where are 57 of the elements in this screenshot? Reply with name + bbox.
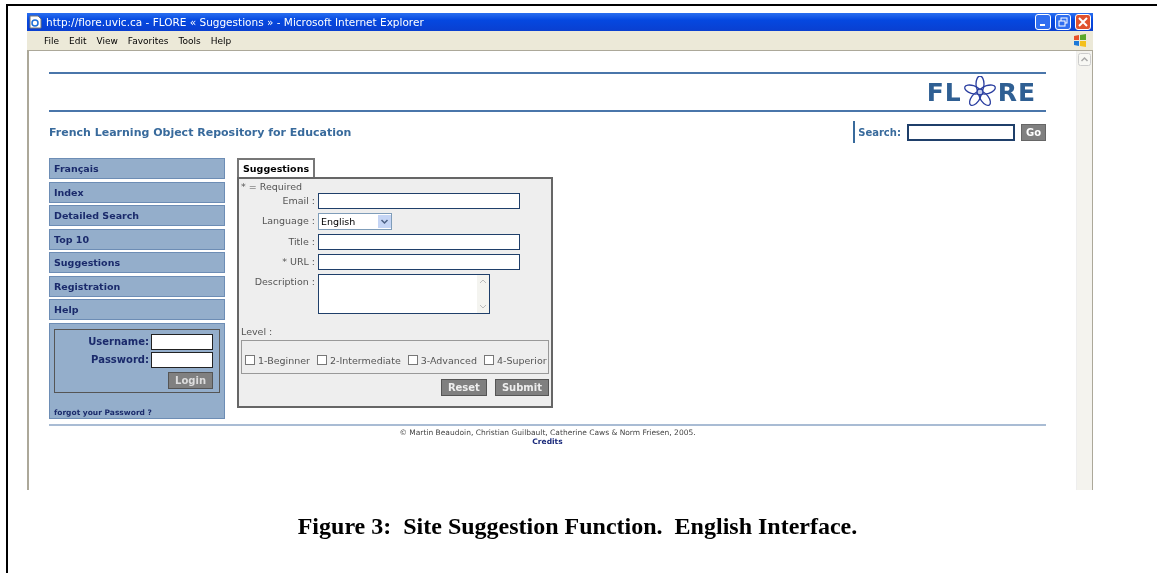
sidebar-item[interactable]: Help — [49, 299, 225, 320]
figure-caption: Figure 3: Site Suggestion Function. English Interface. — [297, 513, 858, 540]
level-label: Level : — [241, 326, 274, 337]
field-label: * URL : — [281, 255, 315, 267]
close-icon — [1078, 17, 1088, 27]
field-label: Language : — [260, 214, 315, 226]
language-dropdown[interactable]: English — [318, 213, 392, 230]
checkbox-label: 4-Superior — [496, 354, 547, 366]
form-button[interactable]: Reset — [440, 379, 487, 396]
sidebar-item[interactable]: Detailed Search — [49, 205, 225, 226]
page-icon — [29, 15, 42, 29]
windows-flag-icon — [1073, 34, 1087, 47]
window-title: http://flore.uvic.ca - FLORE « Suggestions » - Microsoft Internet Explorer — [46, 16, 425, 28]
description-field[interactable] — [318, 274, 490, 314]
menu-item[interactable]: Tools — [173, 35, 206, 46]
flower-logo-icon — [962, 76, 997, 108]
menu-item[interactable]: File — [39, 35, 65, 46]
restore-button[interactable] — [1055, 14, 1071, 30]
field-label: Title : — [287, 235, 315, 247]
text-field[interactable] — [318, 234, 520, 250]
menu-item[interactable]: Edit — [64, 35, 92, 46]
site-subtitle: French Learning Object Repository for Education — [49, 125, 353, 139]
username-label: Username: — [87, 336, 149, 347]
sidebar-item[interactable]: Français — [49, 158, 225, 179]
password-label: Password: — [90, 354, 149, 365]
restore-icon — [1058, 17, 1068, 27]
text-field[interactable] — [318, 193, 520, 209]
menu-item[interactable]: Favorites — [122, 35, 174, 46]
sidebar-item[interactable]: Registration — [49, 275, 225, 297]
menu-item[interactable]: View — [91, 35, 123, 46]
checkbox-label: 1-Beginner — [258, 354, 310, 366]
field-label: Description : — [253, 275, 315, 287]
sidebar-item[interactable]: Top 10 — [49, 228, 225, 250]
field-label: Email : — [281, 194, 315, 206]
text-field[interactable] — [318, 254, 520, 270]
password-field[interactable] — [151, 351, 213, 368]
checkbox[interactable] — [407, 355, 418, 365]
logo-text: FL — [926, 77, 962, 107]
required-note: * = Required — [241, 181, 304, 192]
go-button[interactable]: Go — [1020, 123, 1046, 141]
close-button[interactable] — [1075, 14, 1091, 30]
form-button[interactable]: Submit — [494, 379, 549, 396]
checkbox[interactable] — [316, 355, 327, 365]
sidebar-item[interactable]: Suggestions — [49, 252, 225, 273]
scrollbar-drawing — [477, 275, 489, 313]
checkbox[interactable] — [245, 355, 255, 365]
checkbox-label: 3-Advanced — [420, 354, 477, 366]
minimize-button[interactable] — [1035, 14, 1051, 30]
menu-item[interactable]: Help — [205, 35, 237, 46]
search-field[interactable] — [906, 123, 1015, 141]
logo-text: RE — [997, 77, 1036, 107]
username-field[interactable] — [151, 333, 213, 350]
suggestions-tab[interactable]: Suggestions — [237, 158, 316, 177]
checkbox-label: 2-Intermediate — [329, 354, 401, 366]
search-label: Search: — [858, 126, 901, 138]
sidebar-item[interactable]: Index — [49, 181, 225, 203]
checkbox[interactable] — [483, 355, 494, 365]
